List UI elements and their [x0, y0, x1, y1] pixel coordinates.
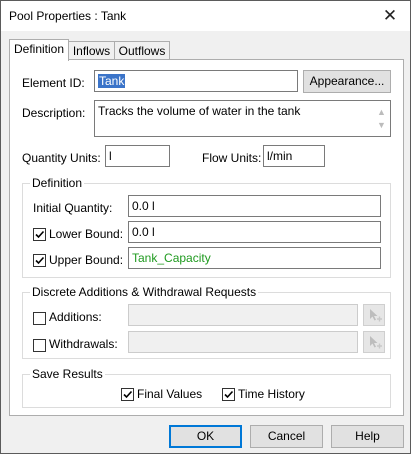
cancel-button[interactable]: Cancel — [250, 425, 323, 448]
close-icon[interactable]: ✕ — [378, 4, 402, 28]
definition-group: Definition Initial Quantity: 0.0 l Lower… — [22, 176, 391, 278]
description-scrollbar[interactable]: ▲ ▼ — [373, 101, 390, 136]
dialog-window: Pool Properties : Tank ✕ Definition Infl… — [0, 0, 411, 454]
upper-bound-checkbox[interactable] — [33, 254, 46, 267]
quantity-units-input[interactable]: l — [105, 145, 170, 167]
additions-label: Additions: — [49, 310, 102, 324]
window-title: Pool Properties : Tank — [9, 9, 127, 23]
appearance-button[interactable]: Appearance... — [303, 70, 391, 93]
initial-quantity-label: Initial Quantity: — [33, 201, 113, 215]
save-results-group: Save Results Final Values Time History — [22, 367, 391, 408]
upper-bound-input[interactable]: Tank_Capacity — [128, 247, 381, 269]
additions-link-button — [363, 304, 385, 326]
checkmark-icon — [224, 390, 234, 399]
definition-group-title: Definition — [30, 176, 85, 190]
withdrawals-input — [128, 331, 358, 353]
checkmark-icon — [35, 256, 45, 265]
final-values-checkbox[interactable] — [121, 388, 134, 401]
title-bar: Pool Properties : Tank ✕ — [1, 1, 410, 31]
save-results-group-title: Save Results — [30, 367, 105, 381]
quantity-units-label: Quantity Units: — [22, 151, 101, 165]
checkmark-icon — [123, 390, 133, 399]
definition-panel: Element ID: Tank Appearance... Descripti… — [9, 59, 404, 416]
link-cursor-icon — [370, 336, 382, 349]
discrete-group-title: Discrete Additions & Withdrawal Requests — [30, 285, 259, 299]
element-id-label: Element ID: — [22, 76, 85, 90]
final-values-label: Final Values — [137, 387, 203, 401]
time-history-checkbox[interactable] — [222, 388, 235, 401]
lower-bound-checkbox[interactable] — [33, 228, 46, 241]
withdrawals-label: Withdrawals: — [49, 337, 118, 351]
additions-checkbox[interactable] — [33, 312, 46, 325]
ok-button[interactable]: OK — [169, 425, 242, 448]
tab-outflows[interactable]: Outflows — [114, 41, 170, 60]
lower-bound-label: Lower Bound: — [49, 227, 124, 241]
link-cursor-icon — [370, 309, 382, 322]
description-value: Tracks the volume of water in the tank — [98, 104, 301, 118]
withdrawals-link-button — [363, 331, 385, 353]
tab-definition[interactable]: Definition — [9, 39, 69, 61]
help-button[interactable]: Help — [331, 425, 404, 448]
upper-bound-label: Upper Bound: — [49, 253, 124, 267]
tab-inflows[interactable]: Inflows — [67, 41, 116, 60]
scroll-down-icon[interactable]: ▼ — [377, 117, 386, 133]
flow-units-input[interactable]: l/min — [263, 145, 325, 167]
checkmark-icon — [35, 230, 45, 239]
description-textarea[interactable]: Tracks the volume of water in the tank ▲… — [94, 100, 391, 137]
lower-bound-input[interactable]: 0.0 l — [128, 221, 381, 243]
additions-input — [128, 304, 358, 326]
description-label: Description: — [22, 106, 86, 120]
discrete-group: Discrete Additions & Withdrawal Requests… — [22, 285, 391, 359]
element-id-input[interactable]: Tank — [94, 70, 298, 92]
withdrawals-checkbox[interactable] — [33, 339, 46, 352]
initial-quantity-input[interactable]: 0.0 l — [128, 195, 381, 217]
element-id-value: Tank — [98, 74, 126, 88]
flow-units-label: Flow Units: — [202, 151, 262, 165]
time-history-label: Time History — [238, 387, 305, 401]
